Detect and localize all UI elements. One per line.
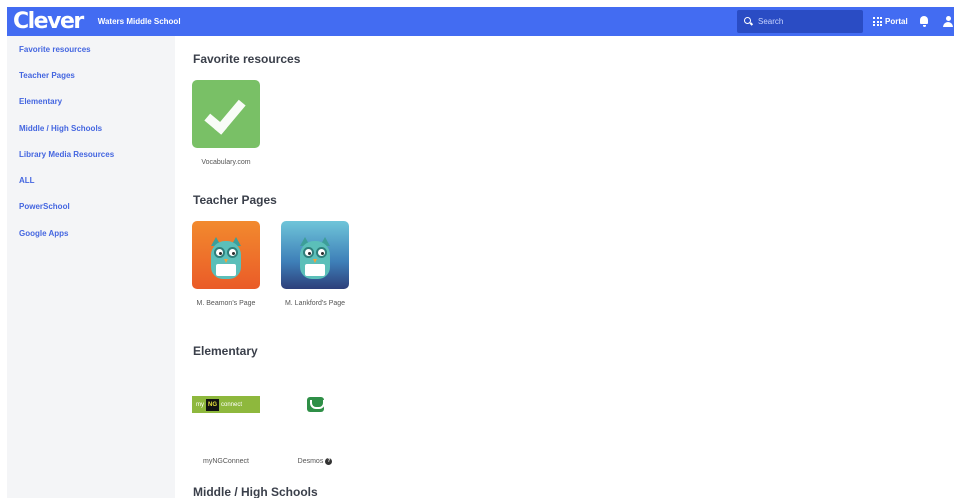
section-title-favorite-resources: Favorite resources [193,52,301,66]
myngconnect-logo: my NG connect [192,396,260,413]
app-label: Desmos? [297,457,333,465]
app-tile-beamon-page[interactable]: M. Beamon's Page [192,221,260,308]
search-input[interactable] [758,17,858,26]
check-icon [204,91,246,135]
desmos-icon[interactable] [281,379,349,447]
sidebar: Favorite resources Teacher Pages Element… [7,36,175,498]
sidebar-item-middle-high-schools[interactable]: Middle / High Schools [19,124,102,133]
clever-logo[interactable]: Clever [13,7,84,36]
sidebar-item-google-apps[interactable]: Google Apps [19,229,68,238]
search-box[interactable] [737,10,863,33]
app-label: M. Lankford's Page [284,300,346,307]
app-label: myNGConnect [203,458,249,465]
sidebar-item-elementary[interactable]: Elementary [19,97,62,106]
sidebar-item-teacher-pages[interactable]: Teacher Pages [19,71,75,80]
myngconnect-icon[interactable]: my NG connect [192,379,260,447]
app-tile-desmos[interactable]: Desmos? [281,379,349,466]
portal-label: Portal [885,17,908,26]
vocabulary-app-icon[interactable] [192,80,260,148]
owl-icon[interactable] [192,221,260,289]
grid-icon [873,17,882,26]
school-name: Waters Middle School [97,17,181,26]
owl-icon[interactable] [281,221,349,289]
search-icon [744,17,753,26]
help-icon[interactable]: ? [325,457,333,465]
app-label: Vocabulary.com [201,159,251,166]
app-tile-lankford-page[interactable]: M. Lankford's Page [281,221,349,308]
sidebar-item-all[interactable]: ALL [19,176,35,185]
sidebar-item-powerschool[interactable]: PowerSchool [19,202,70,211]
bell-icon[interactable] [919,16,929,27]
top-nav-bar: Clever Waters Middle School Portal [7,7,954,36]
section-title-middle-high-schools: Middle / High Schools [193,485,318,498]
desmos-logo [307,397,325,412]
sidebar-item-library-media-resources[interactable]: Library Media Resources [19,150,114,159]
app-label: M. Beamon's Page [196,300,256,307]
app-tile-vocabulary[interactable]: Vocabulary.com [192,80,260,167]
app-tile-myngconnect[interactable]: my NG connect myNGConnect [192,379,260,466]
section-title-elementary: Elementary [193,344,258,358]
section-title-teacher-pages: Teacher Pages [193,193,277,207]
user-icon[interactable] [943,16,953,27]
sidebar-item-favorite-resources[interactable]: Favorite resources [19,45,91,54]
portal-button[interactable]: Portal [873,7,908,36]
